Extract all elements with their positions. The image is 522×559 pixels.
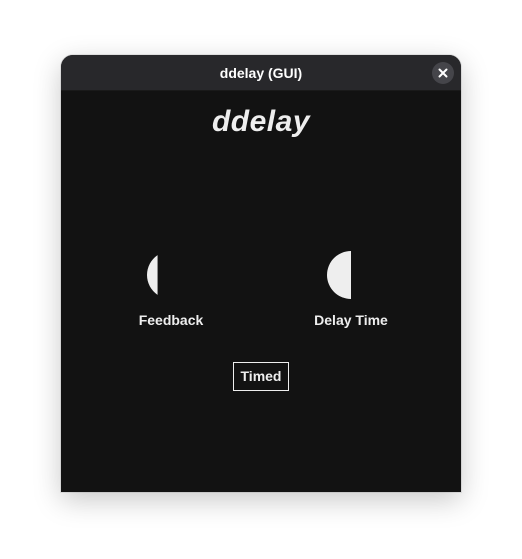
feedback-knob-fill [147,255,158,295]
plugin-name: ddelay [211,105,311,138]
delay-time-knob[interactable] [327,251,375,299]
window-title: ddelay (GUI) [219,65,303,81]
delay-time-label: Delay Time [314,312,388,328]
plugin-window: ddelay (GUI) ddelay Feedback Delay Time … [61,55,461,492]
timed-toggle-button[interactable]: Timed [233,362,289,391]
feedback-knob[interactable] [147,251,195,299]
title-bar[interactable]: ddelay (GUI) [61,55,461,91]
delay-time-knob-fill [327,251,351,299]
close-icon [438,68,448,78]
plugin-panel: ddelay Feedback Delay Time Timed [61,91,461,492]
close-button[interactable] [432,62,454,84]
feedback-label: Feedback [138,312,204,328]
